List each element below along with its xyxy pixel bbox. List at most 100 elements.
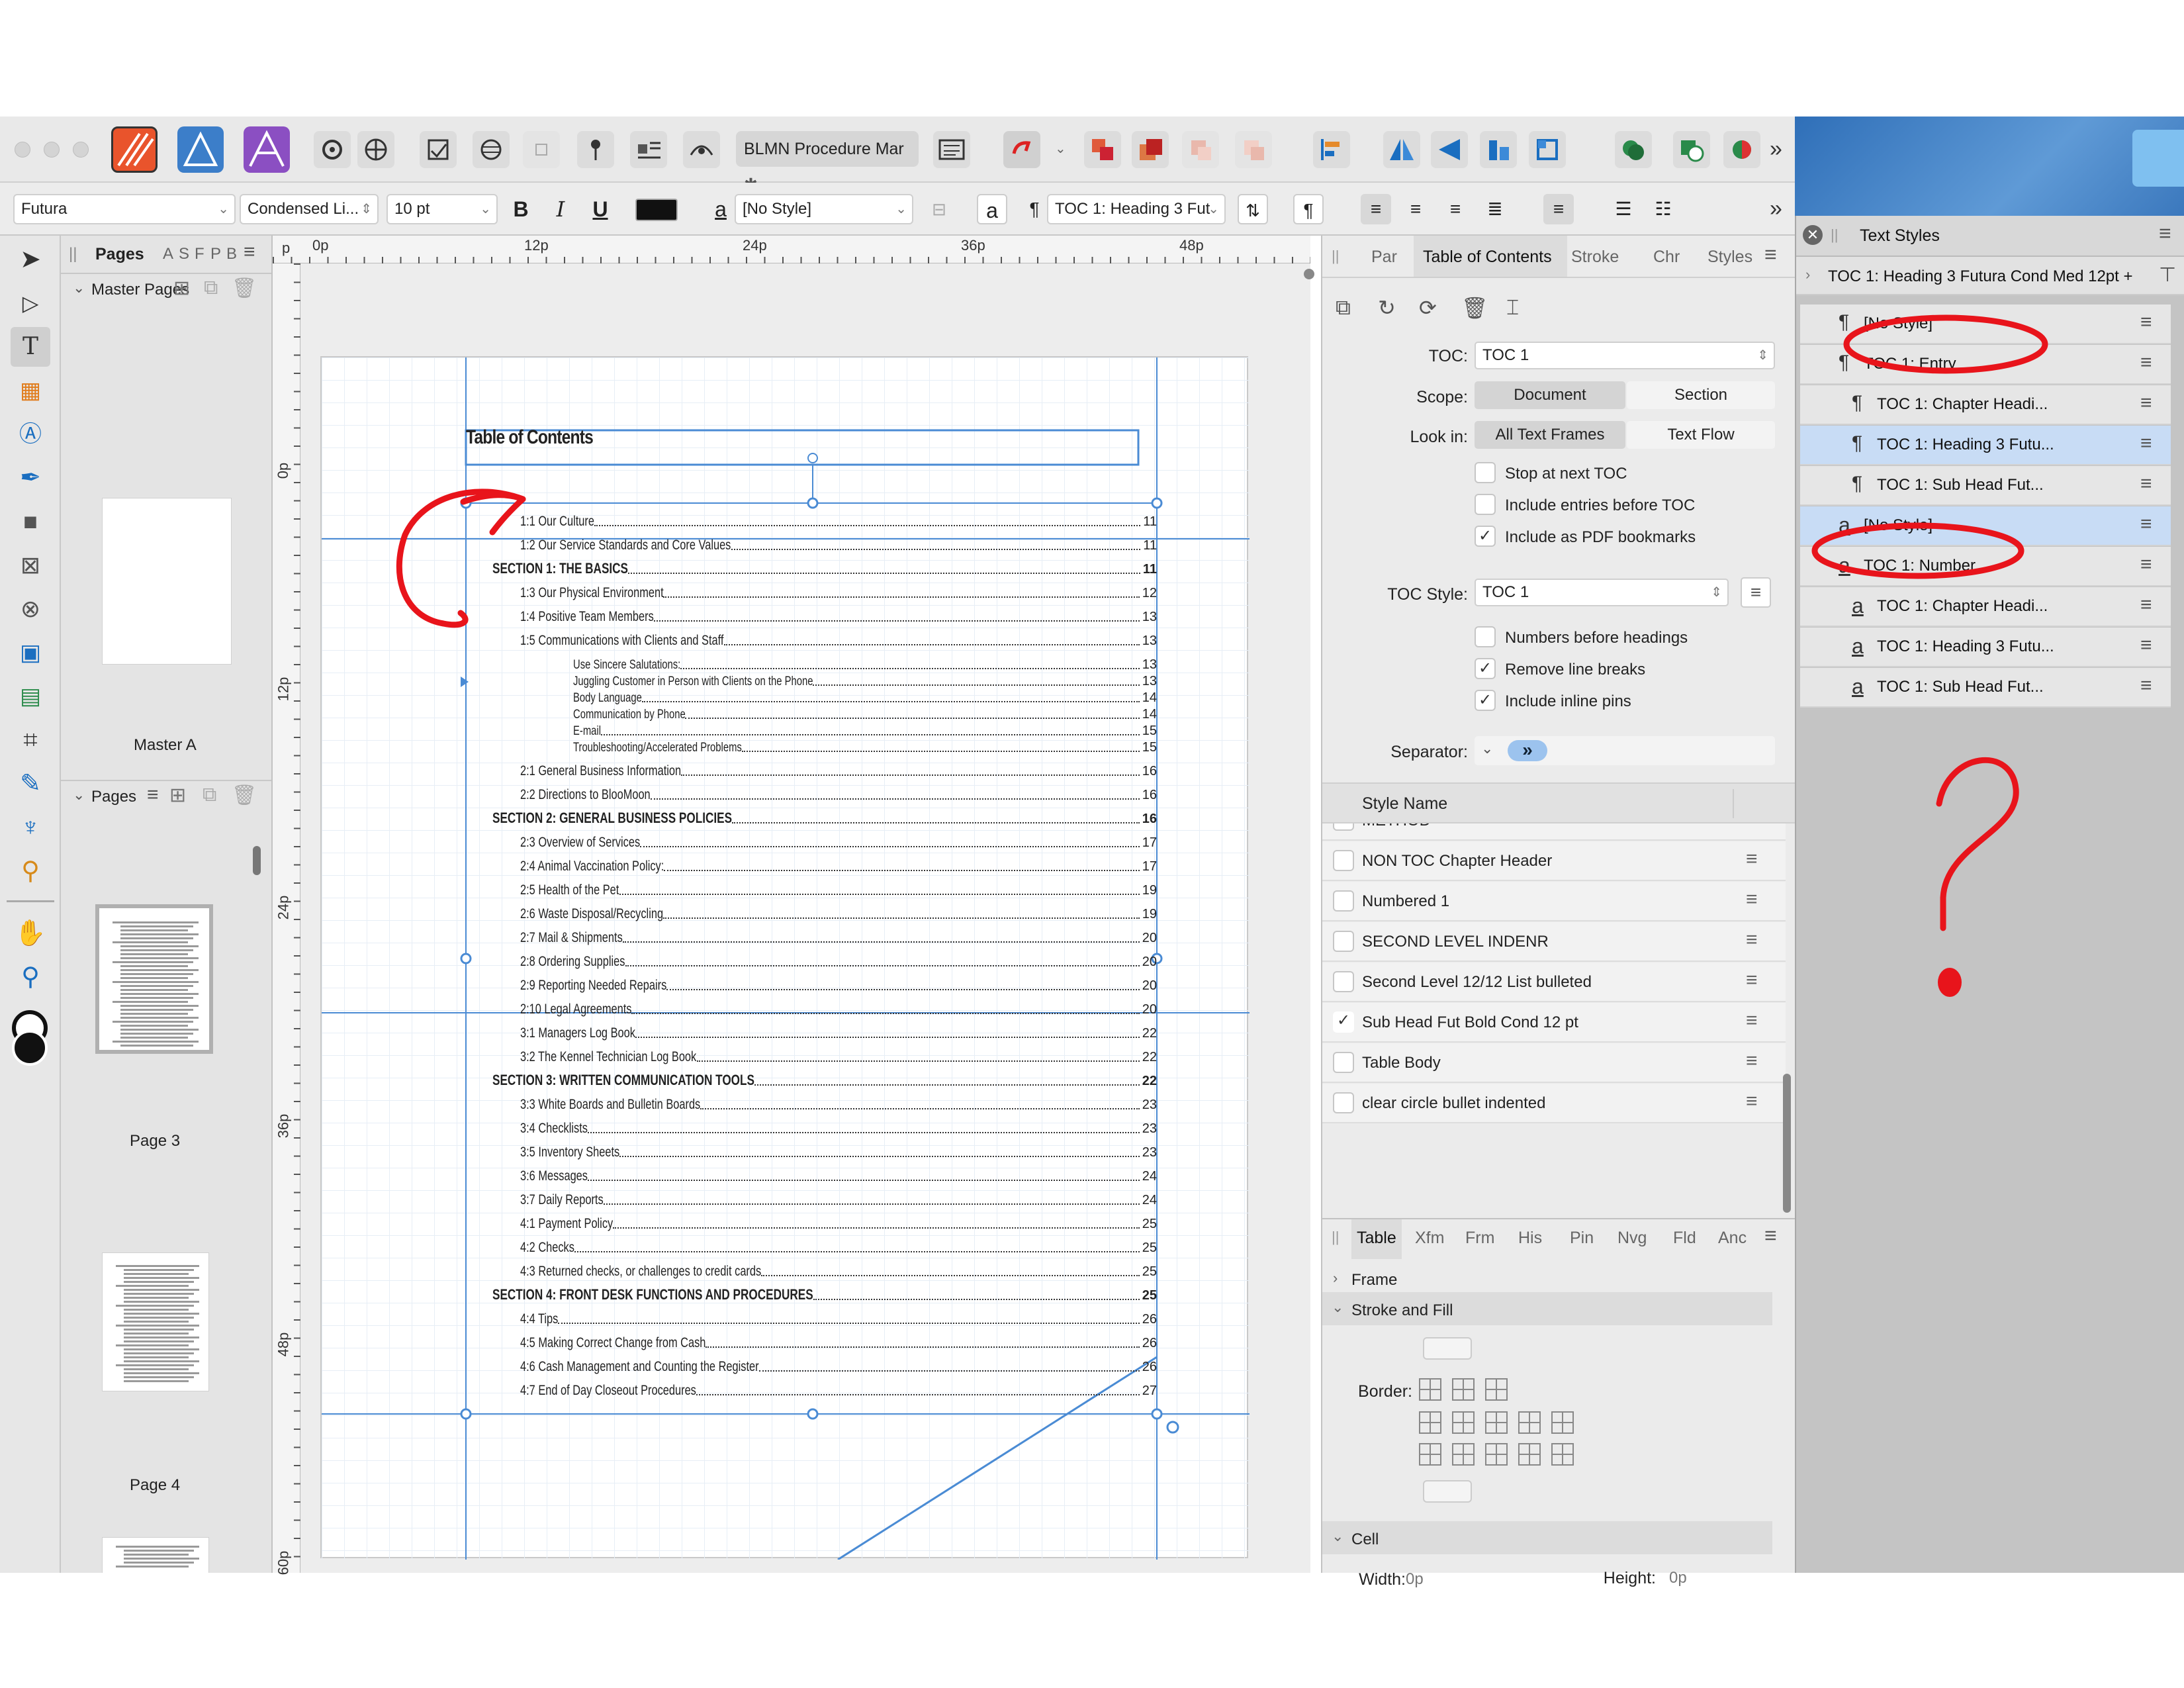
toc-style-menu-icon[interactable]: ≡ <box>1741 577 1771 608</box>
font-size-field[interactable]: 10 pt ⌄ <box>387 194 498 224</box>
toc-entry[interactable]: 2:3 Overview of Services 17 <box>520 833 1157 851</box>
align-center-button[interactable]: ≡ <box>1400 194 1431 224</box>
tab-pin[interactable]: Pin <box>1570 1229 1594 1248</box>
style-row-menu-icon[interactable]: ≡ <box>1746 888 1758 911</box>
vertical-ruler[interactable]: 0p 12p 24p 36p 48p 60p <box>273 263 300 1575</box>
style-list-scrollbar[interactable] <box>1783 1074 1791 1213</box>
text-style-menu-icon[interactable]: ≡ <box>2140 594 2152 616</box>
chevron-down-icon[interactable]: ⌄ <box>73 786 85 804</box>
document-title-field[interactable]: BLMN Procedure Mar ✱ <box>736 131 919 194</box>
bulleted-list-button[interactable]: ☰ <box>1608 194 1639 224</box>
page-3-thumbnail[interactable] <box>95 904 213 1054</box>
text-style-menu-icon[interactable]: ≡ <box>2140 392 2152 414</box>
view-mode-icon[interactable] <box>473 131 510 168</box>
flip-horizontal-icon[interactable] <box>1383 131 1420 168</box>
chevron-right-icon[interactable]: › <box>1333 1270 1338 1287</box>
paragraph-style-dropdown[interactable]: TOC 1: Heading 3 Fut ⌄ <box>1047 194 1226 224</box>
bring-forward-icon[interactable] <box>1084 131 1121 168</box>
delete-toc-icon[interactable]: 🗑 <box>1461 295 1488 320</box>
include-pdf-bookmarks-checkbox[interactable]: ✓ <box>1475 526 1496 547</box>
border-color-swatch[interactable] <box>1423 1480 1472 1503</box>
rotate-left-icon[interactable] <box>1480 131 1517 168</box>
style-include-checkbox[interactable] <box>1333 1052 1354 1073</box>
snapping-settings-icon[interactable] <box>357 131 394 168</box>
toc-entry[interactable]: 4:1 Payment Policy 25 <box>520 1215 1157 1232</box>
remove-line-breaks-checkbox[interactable]: ✓ <box>1475 658 1496 679</box>
style-row-menu-icon[interactable]: ≡ <box>1746 823 1758 830</box>
tab-transform[interactable]: Xfm <box>1415 1229 1444 1248</box>
toc-entry[interactable]: 4:5 Making Correct Change from Cash 26 <box>520 1334 1157 1351</box>
page-5-thumbnail[interactable] <box>102 1537 209 1573</box>
style-row-menu-icon[interactable]: ≡ <box>1746 848 1758 870</box>
tab-paragraph[interactable]: Par <box>1371 248 1397 267</box>
text-style-menu-icon[interactable]: ≡ <box>2140 473 2152 495</box>
text-style-item[interactable]: ¶ TOC 1: Chapter Headi... ≡ <box>1800 385 2171 425</box>
fill-tool-icon[interactable]: ✎ <box>11 764 50 804</box>
style-name-list[interactable]: METHOD≡NON TOC Chapter Header≡Numbered 1… <box>1322 823 1786 1218</box>
artistic-text-tool-icon[interactable]: Ⓐ <box>11 414 50 454</box>
tab-navigator[interactable]: Nvg <box>1617 1229 1647 1248</box>
toc-entry[interactable]: 1:2 Our Service Standards and Core Value… <box>520 536 1157 553</box>
text-cursor-icon[interactable]: ⌶ <box>1506 295 1519 320</box>
tab-frame[interactable]: Frm <box>1465 1229 1494 1248</box>
toc-entry[interactable]: 2:1 General Business Information 16 <box>520 762 1157 779</box>
stroke-color-swatch[interactable] <box>12 1030 48 1066</box>
move-forward-icon[interactable] <box>1132 131 1169 168</box>
undo-dropdown-chevron-icon[interactable]: ⌄ <box>1055 140 1066 157</box>
tab-swatches[interactable]: S <box>179 245 189 263</box>
toc-entry[interactable]: 3:4 Checklists 23 <box>520 1119 1157 1137</box>
fill-swatch[interactable] <box>1423 1337 1472 1360</box>
flip-vertical-icon[interactable] <box>1431 131 1468 168</box>
include-inline-pins-checkbox[interactable]: ✓ <box>1475 690 1496 711</box>
more-context-chevron-icon[interactable]: » <box>1770 196 1782 222</box>
panel-menu-icon[interactable]: ≡ <box>1764 242 1777 267</box>
apply-style-icon[interactable]: ⊤ <box>2159 263 2176 287</box>
font-family-dropdown[interactable]: Futura ⌄ <box>13 194 236 224</box>
tab-assets[interactable]: A <box>163 245 173 263</box>
style-row-menu-icon[interactable]: ≡ <box>1746 1009 1758 1032</box>
tab-preflight[interactable]: P <box>210 245 221 263</box>
tab-styles[interactable]: Styles <box>1707 248 1752 267</box>
style-name-row[interactable]: Second Level 12/12 List bulleted ≡ <box>1322 962 1786 1002</box>
tab-stroke[interactable]: Stroke <box>1571 248 1619 267</box>
tab-anchors[interactable]: Anc <box>1718 1229 1747 1248</box>
align-icon[interactable] <box>1313 131 1350 168</box>
border-all-icon[interactable] <box>1452 1378 1475 1401</box>
text-style-menu-icon[interactable]: ≡ <box>2140 634 2152 657</box>
toc-entry[interactable]: Communication by Phone 14 <box>573 705 1157 722</box>
include-entries-before-toc-checkbox[interactable] <box>1475 494 1496 515</box>
toc-entry[interactable]: E-mail 15 <box>573 722 1157 739</box>
zoom-tool-icon[interactable]: ⚲ <box>11 957 50 997</box>
toc-entry[interactable]: 1:5 Communications with Clients and Staf… <box>520 632 1157 649</box>
text-style-menu-icon[interactable]: ≡ <box>2140 311 2152 334</box>
transparency-tool-icon[interactable]: ♆ <box>11 808 50 847</box>
boolean-subtract-icon[interactable] <box>1673 131 1710 168</box>
text-frame-icon[interactable] <box>933 131 970 168</box>
toc-entry[interactable]: 4:7 End of Day Closeout Procedures 27 <box>520 1382 1157 1399</box>
folder-icon[interactable] <box>2132 130 2184 187</box>
add-page-icon[interactable]: ⊞ <box>169 784 186 807</box>
border-center-h-icon[interactable] <box>1452 1443 1475 1466</box>
style-name-row[interactable]: ✓ Sub Head Fut Bold Cond 12 pt ≡ <box>1322 1003 1786 1043</box>
page-4-thumbnail[interactable] <box>102 1252 209 1391</box>
picture-frame-tool-icon[interactable]: ⊠ <box>11 545 50 585</box>
text-style-menu-icon[interactable]: ≡ <box>2140 513 2152 536</box>
insert-toc-icon[interactable]: ⧉ <box>1336 295 1351 320</box>
toc-entry[interactable]: 3:1 Managers Log Book 22 <box>520 1024 1157 1041</box>
show-pilcrow-button[interactable]: ¶ <box>1293 194 1324 224</box>
border-bottom-icon[interactable] <box>1485 1443 1508 1466</box>
border-inner-icon[interactable] <box>1485 1378 1508 1401</box>
style-row-menu-icon[interactable]: ≡ <box>1746 1050 1758 1072</box>
panel-menu-icon[interactable]: ≡ <box>244 241 255 263</box>
panel-grip-icon[interactable]: || <box>1332 248 1339 265</box>
stroke-fill-section-header[interactable]: Stroke and Fill <box>1351 1301 1453 1320</box>
text-style-item[interactable]: a TOC 1: Sub Head Fut... ≡ <box>1800 668 2171 708</box>
pages-scrollbar[interactable] <box>253 846 261 875</box>
text-style-item[interactable]: a TOC 1: Heading 3 Futu... ≡ <box>1800 628 2171 667</box>
bold-button[interactable]: B <box>506 194 536 224</box>
underline-button[interactable]: U <box>585 194 615 224</box>
add-master-icon[interactable]: ⊞ <box>173 277 190 300</box>
panel-grip-icon[interactable]: || <box>69 245 77 263</box>
update-all-toc-icon[interactable]: ⟳ <box>1419 295 1437 320</box>
frame-section-header[interactable]: Frame <box>1351 1271 1397 1289</box>
